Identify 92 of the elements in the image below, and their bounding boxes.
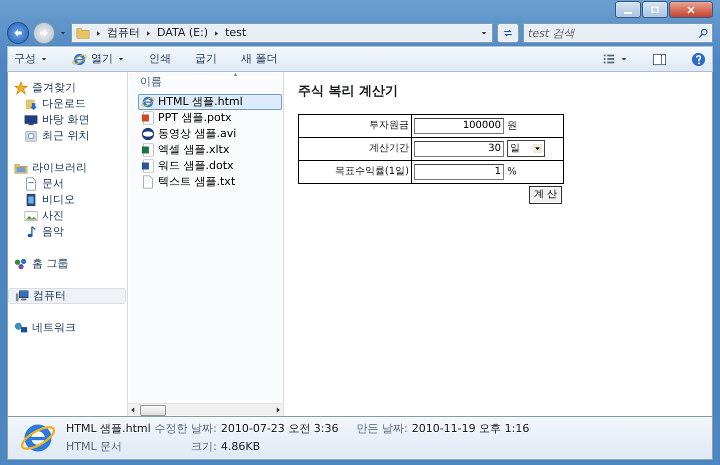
search-field[interactable]: test 검색 <box>523 23 713 43</box>
pane-icon <box>652 52 667 66</box>
file-item[interactable]: 엑셀 샘플.xltx <box>138 142 282 158</box>
nav-item[interactable]: 문서 <box>8 176 126 192</box>
file-item[interactable]: 동영상 샘플.avi <box>138 126 282 142</box>
form-label: 투자원금 <box>298 114 412 138</box>
nav-item[interactable]: 사진 <box>8 208 126 224</box>
breadcrumb[interactable]: test <box>225 24 246 42</box>
file-name: HTML 샘플.html <box>66 420 151 436</box>
chevron-icon <box>145 30 152 36</box>
nav-item[interactable]: 음악 <box>8 224 126 240</box>
refresh-icon <box>502 27 514 39</box>
star-icon <box>14 81 28 95</box>
form-label: 목표수익률(1일) <box>298 160 412 184</box>
unit-label: 원 <box>507 120 518 132</box>
number-field[interactable]: 1 <box>414 164 504 180</box>
chevron-icon <box>95 30 102 36</box>
calculate-button[interactable]: 계 산 <box>529 186 562 204</box>
spreadsheet-icon <box>141 143 155 157</box>
caret-icon <box>480 29 488 37</box>
refresh-button[interactable] <box>497 23 519 43</box>
chevron-icon <box>213 30 220 36</box>
toolbar-button[interactable]: 인쇄 <box>149 50 171 68</box>
breadcrumb[interactable]: 컴퓨터 <box>107 24 140 42</box>
close-button[interactable] <box>669 1 713 18</box>
toolbar-button[interactable]: 새 폴더 <box>241 50 278 68</box>
toolbar-button[interactable]: 굽기 <box>195 50 217 68</box>
unit-label: % <box>507 166 517 178</box>
field-label: 크기: <box>191 439 217 455</box>
preview-pane-button[interactable] <box>652 52 667 66</box>
number-field[interactable]: 100000 <box>414 118 504 134</box>
nav-item[interactable]: 네트워크 <box>8 320 126 336</box>
column-header[interactable]: 이름 <box>140 75 162 88</box>
video-file-icon <box>141 127 155 141</box>
field-value: 2010-07-23 오전 3:36 <box>220 420 338 436</box>
forward-arrow-icon <box>38 27 50 39</box>
toolbar-button[interactable]: 구성 <box>14 50 48 68</box>
word-icon <box>141 159 155 173</box>
network-icon <box>14 321 28 335</box>
scroll-thumb[interactable] <box>140 404 166 416</box>
nav-item[interactable]: 바탕 화면 <box>8 112 126 128</box>
file-type: HTML 문서 <box>66 439 124 455</box>
nav-item[interactable]: 컴퓨터 <box>8 288 126 304</box>
nav-item[interactable]: 즐겨찾기 <box>8 80 126 96</box>
maximize-button[interactable] <box>642 1 668 18</box>
caret-icon <box>620 55 628 63</box>
help-button[interactable] <box>691 52 706 66</box>
caret-icon <box>59 29 67 37</box>
field-label: 만든 날짜: <box>356 420 408 436</box>
view-button[interactable] <box>602 52 628 66</box>
back-arrow-icon <box>12 27 24 39</box>
page-heading: 주식 복리 계산기 <box>298 84 400 100</box>
form-label: 계산기간 <box>298 137 412 160</box>
caret-icon <box>533 144 542 154</box>
document-icon <box>24 177 38 191</box>
address-bar[interactable]: 컴퓨터 DATA (E:) test <box>71 23 493 43</box>
file-item[interactable]: 텍스트 샘플.txt <box>138 174 282 190</box>
nav-item[interactable]: 라이브러리 <box>8 160 126 176</box>
nav-item[interactable]: 최근 위치 <box>8 128 126 144</box>
toolbar-button[interactable]: 열기 <box>72 50 125 68</box>
computer-icon <box>15 289 29 303</box>
number-field[interactable]: 30 <box>414 140 504 157</box>
nav-item[interactable]: 다운로드 <box>8 96 126 112</box>
field-label: 수정한 날짜: <box>154 420 217 436</box>
help-icon <box>691 52 706 66</box>
file-item[interactable]: PPT 샘플.potx <box>138 110 282 126</box>
close-icon <box>685 4 697 16</box>
minimize-button[interactable] <box>615 1 641 18</box>
presentation-icon <box>141 111 155 125</box>
forward-button[interactable] <box>33 22 55 44</box>
field-value: 4.86KB <box>220 439 262 455</box>
network-icon <box>14 257 28 271</box>
file-item[interactable]: HTML 샘플.html <box>138 94 282 110</box>
unit-dropdown[interactable]: 일 <box>507 140 546 158</box>
text-file-icon <box>141 175 155 189</box>
nav-item[interactable]: 홈 그룹 <box>8 256 126 272</box>
minimize-icon <box>624 12 632 14</box>
internet-explorer-icon <box>141 95 155 109</box>
maximize-icon <box>649 4 661 16</box>
breadcrumb[interactable]: DATA (E:) <box>157 24 208 42</box>
internet-explorer-icon <box>72 52 87 66</box>
picture-icon <box>24 209 38 223</box>
nav-item[interactable]: 비디오 <box>8 192 126 208</box>
horizontal-scrollbar[interactable] <box>128 403 283 416</box>
back-button[interactable] <box>7 22 29 44</box>
monitor-icon <box>24 113 38 127</box>
field-value: 2010-11-19 오후 1:16 <box>412 420 530 436</box>
list-view-icon <box>602 52 616 66</box>
sort-arrow-icon <box>232 72 239 77</box>
film-icon <box>24 193 38 207</box>
search-icon <box>698 28 709 39</box>
file-item[interactable]: 워드 샘플.dotx <box>138 158 282 174</box>
